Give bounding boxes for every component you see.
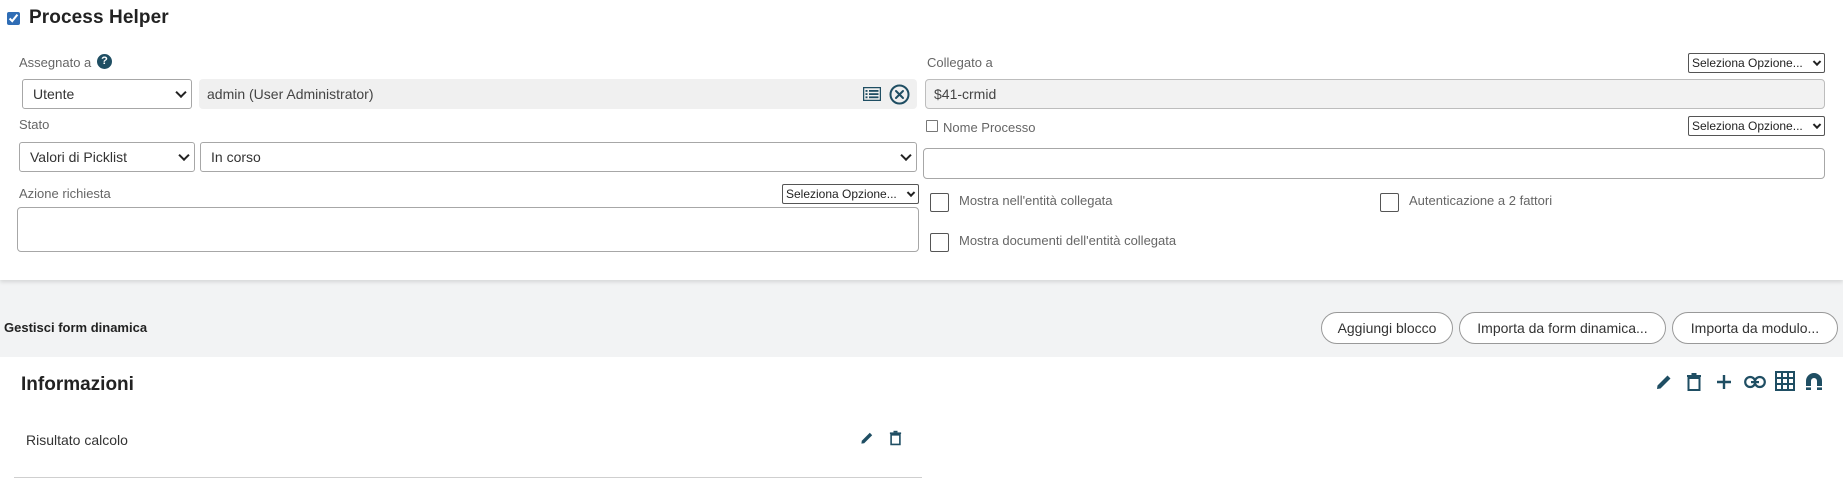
process-helper-checkbox[interactable] <box>7 11 20 25</box>
row-label: Risultato calcolo <box>26 432 128 448</box>
linked-value: $41-crmid <box>934 86 997 102</box>
process-name-label: Nome Processo <box>943 120 1036 135</box>
assigned-type-select[interactable]: Utente <box>22 79 192 109</box>
process-helper-panel: Process Helper Assegnato a ? Utente admi… <box>0 0 1843 280</box>
show-in-entity-checkbox[interactable] <box>930 193 949 212</box>
clear-circle-icon[interactable] <box>888 83 910 105</box>
plus-icon[interactable] <box>1713 371 1735 393</box>
import-form-button[interactable]: Importa da form dinamica... <box>1459 312 1666 344</box>
linked-field[interactable]: $41-crmid <box>925 79 1825 109</box>
import-module-button[interactable]: Importa da modulo... <box>1672 312 1838 344</box>
action-textarea[interactable] <box>17 207 919 252</box>
assigned-type-value: Utente <box>33 86 75 102</box>
status-type-value: Valori di Picklist <box>30 149 127 165</box>
process-name-checkbox[interactable] <box>926 120 938 132</box>
two-factor-checkbox[interactable] <box>1380 193 1399 212</box>
process-name-option-select[interactable]: Seleziona Opzione... <box>1688 116 1825 136</box>
panel-header: Process Helper <box>7 7 169 29</box>
pencil-icon[interactable] <box>1653 371 1675 393</box>
chevron-down-icon <box>178 149 190 162</box>
assigned-user-field[interactable]: admin (User Administrator) <box>199 79 917 109</box>
row-divider <box>14 477 922 478</box>
linked-option-value: Seleziona Opzione... <box>1692 56 1803 70</box>
list-icon[interactable] <box>862 85 882 103</box>
status-select[interactable]: In corso <box>200 142 917 172</box>
show-documents-label: Mostra documenti dell'entità collegata <box>959 233 1177 248</box>
linked-option-select[interactable]: Seleziona Opzione... <box>1688 53 1825 73</box>
status-type-select[interactable]: Valori di Picklist <box>19 142 195 172</box>
link-icon[interactable] <box>1743 371 1767 393</box>
process-name-option-value: Seleziona Opzione... <box>1692 119 1803 133</box>
action-option-select[interactable]: Seleziona Opzione... <box>782 184 919 204</box>
chevron-down-icon <box>906 188 916 198</box>
process-name-input[interactable] <box>923 148 1825 179</box>
trash-icon[interactable] <box>1683 371 1705 393</box>
assigned-user-value: admin (User Administrator) <box>207 86 374 102</box>
add-block-button[interactable]: Aggiungi blocco <box>1321 312 1453 344</box>
pencil-icon[interactable] <box>856 427 878 449</box>
action-option-value: Seleziona Opzione... <box>786 187 897 201</box>
question-circle-icon[interactable]: ? <box>97 54 112 69</box>
assigned-label: Assegnato a <box>19 55 92 70</box>
two-factor-label: Autenticazione a 2 fattori <box>1409 193 1553 208</box>
chevron-down-icon <box>900 149 912 162</box>
chevron-down-icon <box>1812 120 1822 130</box>
trash-icon[interactable] <box>884 427 906 449</box>
chevron-down-icon <box>1812 57 1822 67</box>
dynamic-form-label: Gestisci form dinamica <box>4 320 148 335</box>
show-documents-checkbox[interactable] <box>930 233 949 252</box>
show-in-entity-label: Mostra nell'entità collegata <box>959 193 1113 208</box>
table-icon[interactable] <box>1774 370 1796 392</box>
panel-title: Process Helper <box>29 7 169 28</box>
status-value: In corso <box>211 149 261 165</box>
status-label: Stato <box>19 117 50 132</box>
block-title: Informazioni <box>21 374 134 395</box>
magnet-icon[interactable] <box>1803 370 1825 392</box>
chevron-down-icon <box>175 86 187 99</box>
info-block <box>0 357 1843 488</box>
action-label: Azione richiesta <box>19 186 111 201</box>
linked-label: Collegato a <box>927 55 993 70</box>
